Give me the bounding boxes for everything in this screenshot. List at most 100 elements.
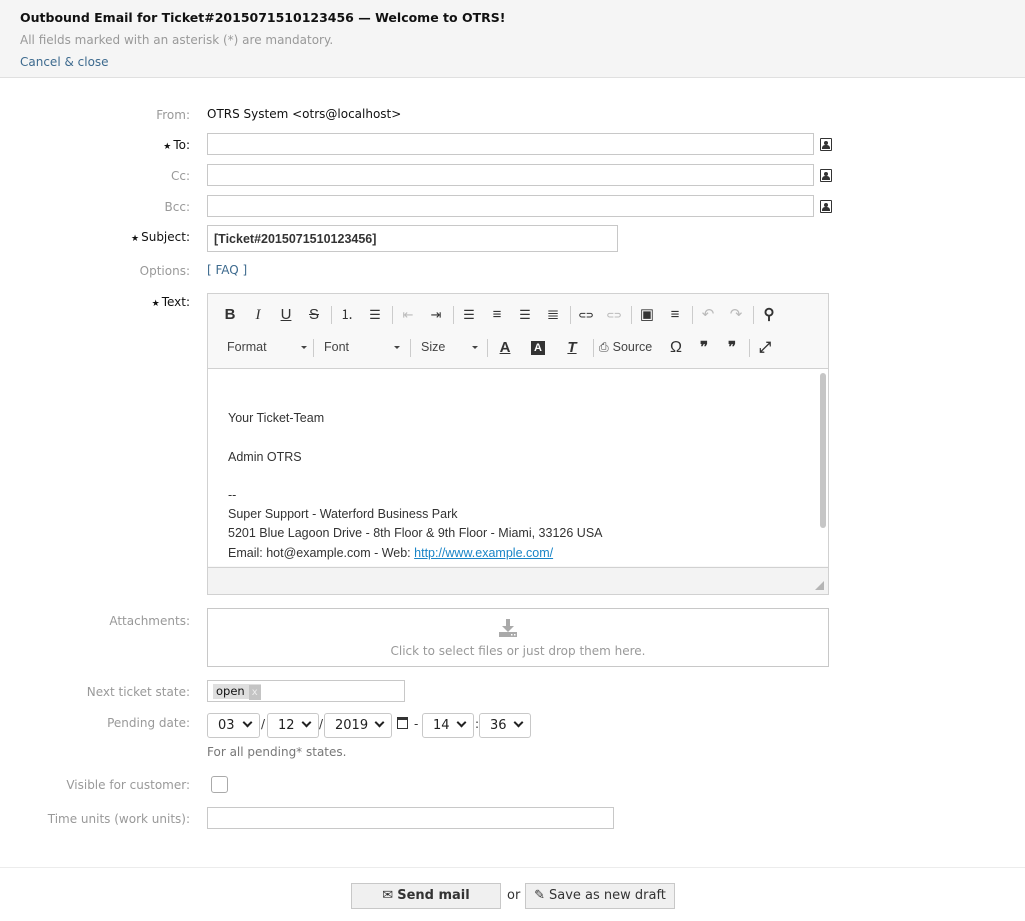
to-input[interactable] bbox=[207, 133, 814, 155]
format-label: Format bbox=[227, 340, 267, 354]
time-units-input[interactable] bbox=[207, 807, 614, 829]
footer-divider bbox=[0, 867, 1025, 868]
address-book-icon[interactable] bbox=[820, 169, 832, 182]
chevron-down-icon bbox=[456, 717, 467, 728]
calendar-icon[interactable] bbox=[397, 717, 408, 729]
remove-format-icon[interactable]: T bbox=[562, 339, 582, 357]
time-separator: - bbox=[414, 717, 419, 731]
text-label: ★ Text: bbox=[0, 295, 190, 309]
rich-text-editor: B I U S ⒈ ☰ ⇤ ⇥ ☰ ≡ ☰ ≣ ⊂⊃ ⊂⊃ ▣ ≡ ↶ ↷ ⚲ … bbox=[207, 293, 829, 595]
address-book-icon[interactable] bbox=[820, 200, 832, 213]
from-label: From: bbox=[156, 108, 190, 122]
pending-hint: For all pending* states. bbox=[207, 745, 347, 759]
mandatory-hint: All fields marked with an asterisk (*) a… bbox=[20, 33, 334, 47]
body-line: 5201 Blue Lagoon Drive - 8th Floor & 9th… bbox=[228, 526, 603, 540]
link-icon[interactable]: ⊂⊃ bbox=[576, 306, 596, 324]
options-label: Options: bbox=[139, 264, 190, 278]
attachments-label: Attachments: bbox=[109, 614, 190, 628]
toolbar-separator bbox=[410, 339, 411, 357]
bcc-input[interactable] bbox=[207, 195, 814, 217]
format-dropdown[interactable]: Format bbox=[227, 340, 307, 354]
attachment-dropzone[interactable]: Click to select files or just drop them … bbox=[207, 608, 829, 667]
size-dropdown[interactable]: Size bbox=[421, 340, 478, 354]
editor-content[interactable]: Your Ticket-Team Admin OTRS -- Super Sup… bbox=[208, 369, 828, 566]
state-tag-label: open bbox=[216, 684, 245, 698]
address-book-icon[interactable] bbox=[820, 138, 832, 151]
body-line: Admin OTRS bbox=[228, 450, 302, 464]
font-dropdown[interactable]: Font bbox=[324, 340, 400, 354]
cancel-close-link[interactable]: Cancel & close bbox=[20, 55, 109, 69]
bold-icon[interactable]: B bbox=[220, 306, 240, 324]
date-separator: / bbox=[261, 717, 266, 731]
or-text: or bbox=[507, 888, 521, 903]
remove-tag-icon[interactable]: x bbox=[248, 685, 261, 700]
email-line-text: Email: hot@example.com - Web: bbox=[228, 546, 415, 560]
faq-link[interactable]: [ FAQ ] bbox=[207, 263, 247, 277]
resize-handle-icon[interactable] bbox=[815, 581, 824, 590]
cc-input[interactable] bbox=[207, 164, 814, 186]
body-line: Super Support - Waterford Business Park bbox=[228, 507, 458, 521]
save-draft-button[interactable]: ✎ Save as new draft bbox=[525, 883, 675, 909]
align-left-icon[interactable]: ☰ bbox=[459, 306, 479, 324]
editor-toolbar: B I U S ⒈ ☰ ⇤ ⇥ ☰ ≡ ☰ ≣ ⊂⊃ ⊂⊃ ▣ ≡ ↶ ↷ ⚲ … bbox=[208, 294, 828, 369]
special-character-icon[interactable]: Ω bbox=[666, 339, 686, 357]
horizontal-line-icon[interactable]: ≡ bbox=[665, 306, 685, 324]
website-link[interactable]: http://www.example.com/ bbox=[414, 546, 553, 560]
toolbar-separator bbox=[749, 339, 750, 357]
unlink-icon[interactable]: ⊂⊃ bbox=[604, 306, 624, 324]
send-mail-button[interactable]: ✉ Send mail bbox=[351, 883, 501, 909]
find-icon[interactable]: ⚲ bbox=[759, 306, 779, 324]
body-line: -- bbox=[228, 488, 237, 502]
editor-scrollbar[interactable] bbox=[820, 373, 826, 528]
source-button[interactable]: ⎙ Source bbox=[599, 340, 652, 355]
year-value: 2019 bbox=[335, 718, 369, 733]
indent-icon[interactable]: ⇥ bbox=[426, 306, 446, 324]
bulleted-list-icon[interactable]: ☰ bbox=[365, 306, 385, 324]
download-icon bbox=[499, 619, 517, 637]
next-state-label: Next ticket state: bbox=[86, 685, 190, 699]
minute-select[interactable]: 36 bbox=[479, 713, 531, 738]
maximize-icon[interactable]: ⤢ bbox=[755, 339, 775, 357]
text-color-icon[interactable]: A bbox=[495, 339, 515, 357]
envelope-icon: ✉ bbox=[382, 888, 394, 903]
image-icon[interactable]: ▣ bbox=[637, 306, 657, 324]
next-state-field[interactable]: open x bbox=[207, 680, 405, 702]
toolbar-separator bbox=[593, 339, 594, 357]
hour-select[interactable]: 14 bbox=[422, 713, 474, 738]
blockquote-icon[interactable]: ❞ bbox=[694, 339, 714, 357]
subject-input[interactable] bbox=[207, 225, 618, 252]
body-line: Email: hot@example.com - Web: http://www… bbox=[228, 546, 553, 560]
toolbar-separator bbox=[453, 306, 454, 324]
redo-icon[interactable]: ↷ bbox=[726, 306, 746, 324]
chevron-down-icon bbox=[301, 717, 312, 728]
subject-label: ★ Subject: bbox=[0, 230, 190, 244]
source-icon: ⎙ bbox=[599, 340, 609, 354]
background-color-icon[interactable]: A bbox=[531, 341, 545, 355]
strikethrough-icon[interactable]: S bbox=[304, 306, 324, 324]
day-value: 12 bbox=[278, 718, 295, 733]
day-select[interactable]: 12 bbox=[267, 713, 319, 738]
italic-icon[interactable]: I bbox=[248, 306, 268, 324]
align-right-icon[interactable]: ☰ bbox=[515, 306, 535, 324]
outdent-icon[interactable]: ⇤ bbox=[398, 306, 418, 324]
pending-date-label: Pending date: bbox=[107, 716, 190, 730]
hour-value: 14 bbox=[433, 718, 450, 733]
chevron-down-icon bbox=[472, 346, 478, 349]
chevron-down-icon bbox=[394, 346, 400, 349]
from-value: OTRS System <otrs@localhost> bbox=[207, 107, 402, 121]
undo-icon[interactable]: ↶ bbox=[698, 306, 718, 324]
edit-icon: ✎ bbox=[534, 888, 545, 903]
save-draft-label: Save as new draft bbox=[548, 888, 666, 903]
justify-icon[interactable]: ≣ bbox=[543, 306, 563, 324]
numbered-list-icon[interactable]: ⒈ bbox=[337, 306, 357, 324]
remove-blockquote-icon[interactable]: ❞ bbox=[722, 339, 742, 357]
visible-for-customer-checkbox[interactable] bbox=[211, 776, 228, 793]
page-title: Outbound Email for Ticket#20150715101234… bbox=[20, 10, 506, 25]
month-select[interactable]: 03 bbox=[207, 713, 260, 738]
year-select[interactable]: 2019 bbox=[324, 713, 392, 738]
underline-icon[interactable]: U bbox=[276, 306, 296, 324]
source-label: Source bbox=[612, 340, 653, 354]
month-value: 03 bbox=[218, 718, 235, 733]
text-label-text: Text: bbox=[161, 295, 190, 309]
align-center-icon[interactable]: ≡ bbox=[487, 306, 507, 324]
